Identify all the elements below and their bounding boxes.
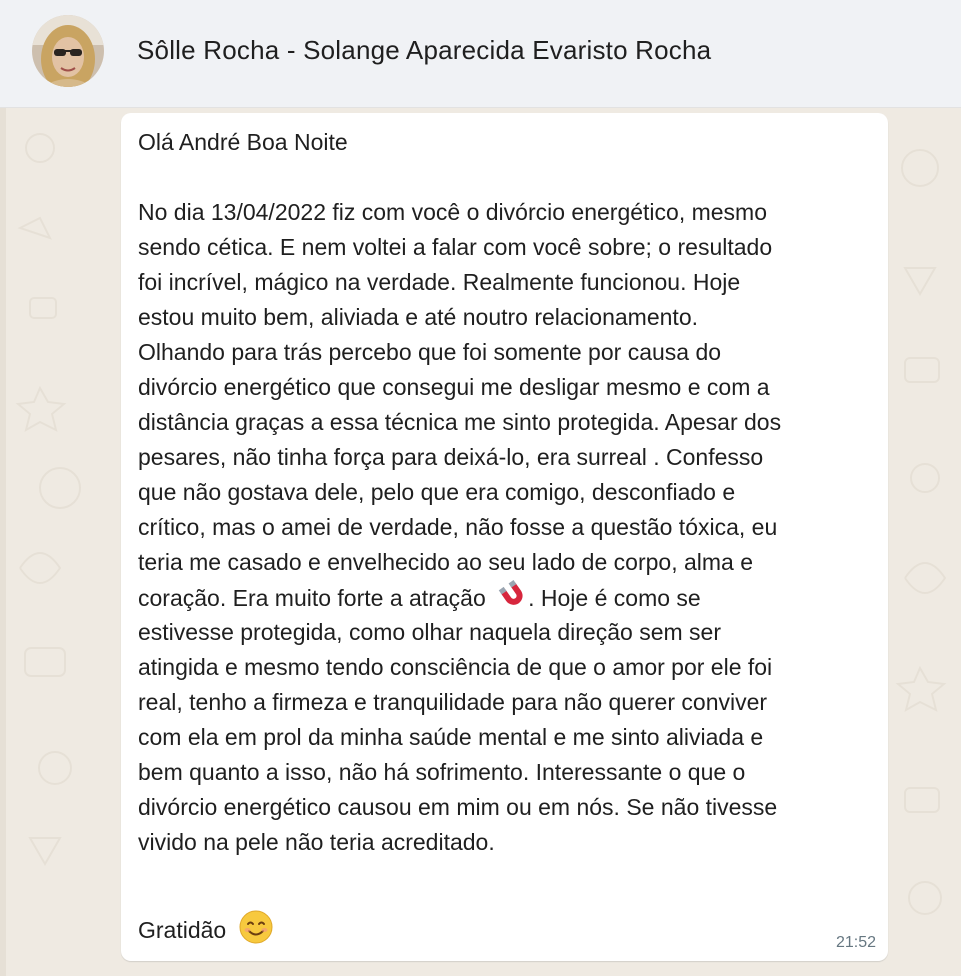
message-line: pesares, não tinha força para deixá-lo, … xyxy=(138,444,764,470)
message-timestamp: 21:52 xyxy=(835,934,876,951)
message-text: Gratidão xyxy=(138,917,227,944)
message-line: crítico, mas o amei de verdade, não foss… xyxy=(138,514,778,540)
message-line-with-emoji: coração. Era muito forte a atração . Hoj… xyxy=(138,580,701,620)
message-line: divórcio energético que consegui me desl… xyxy=(138,374,770,400)
message-line: sendo cética. E nem voltei a falar com v… xyxy=(138,234,773,260)
magnet-emoji-icon xyxy=(498,580,528,620)
message-line: distância graças a essa técnica me sinto… xyxy=(138,409,782,435)
avatar[interactable] xyxy=(32,15,104,87)
message-text: coração. Era muito forte a atração xyxy=(138,585,486,612)
message-line: que não gostava dele, pelo que era comig… xyxy=(138,479,736,505)
message-line-with-emoji: Gratidão xyxy=(138,910,273,954)
message-line: No dia 13/04/2022 fiz com você o divórci… xyxy=(138,199,767,225)
message-line: divórcio energético causou em mim ou em … xyxy=(138,794,778,820)
message-line: Olá André Boa Noite xyxy=(138,129,348,155)
window-edge xyxy=(0,108,6,976)
message-line: real, tenho a firmeza e tranquilidade pa… xyxy=(138,689,768,715)
message-line: atingida e mesmo tendo consciência de qu… xyxy=(138,654,773,680)
message-line: estivesse protegida, como olhar naquela … xyxy=(138,619,721,645)
message-line: teria me casado e envelhecido ao seu lad… xyxy=(138,549,754,575)
message-line: Olhando para trás percebo que foi soment… xyxy=(138,339,722,365)
message-line: foi incrível, mágico na verdade. Realmen… xyxy=(138,269,741,295)
message-line: estou muito bem, aliviada e até noutro r… xyxy=(138,304,698,330)
message-line: bem quanto a isso, não há sofrimento. In… xyxy=(138,759,746,785)
smiling-face-emoji-icon xyxy=(239,910,273,954)
avatar-photo xyxy=(32,15,104,87)
message-text: . Hoje é como se xyxy=(528,585,701,612)
message-line: vivido na pele não teria acreditado. xyxy=(138,829,495,855)
message-line: com ela em prol da minha saúde mental e … xyxy=(138,724,764,750)
chat-header: Sôlle Rocha - Solange Aparecida Evaristo… xyxy=(0,0,961,108)
message-bubble[interactable]: Olá André Boa Noite No dia 13/04/2022 fi… xyxy=(121,113,888,961)
contact-name[interactable]: Sôlle Rocha - Solange Aparecida Evaristo… xyxy=(137,35,711,66)
